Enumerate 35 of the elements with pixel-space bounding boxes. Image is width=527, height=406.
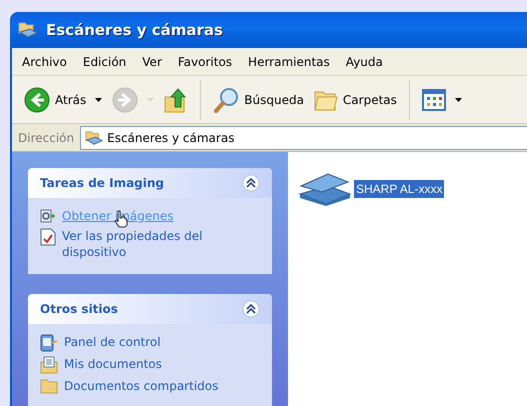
task-link[interactable]: Documentos compartidos xyxy=(64,378,234,394)
scanner-camera-icon xyxy=(40,208,56,224)
folders-button[interactable]: Carpetas xyxy=(312,82,399,118)
scanner-folder-icon xyxy=(85,130,104,146)
menu-item[interactable]: Herramientas xyxy=(248,52,330,70)
scanner-folder-icon xyxy=(18,21,38,39)
panel-title: Otros sitios xyxy=(40,301,118,318)
menu-item[interactable]: Favoritos xyxy=(178,52,232,70)
collapse-chevron-icon[interactable] xyxy=(242,174,260,192)
task-link[interactable]: Mis documentos xyxy=(64,356,234,372)
magnifier-icon xyxy=(213,86,240,112)
search-button[interactable]: Búsqueda xyxy=(211,82,306,118)
scanner-icon xyxy=(298,172,354,206)
task-link[interactable]: Panel de control xyxy=(64,334,234,350)
dropdown-caret-icon xyxy=(454,98,462,102)
documents-folder-icon xyxy=(40,356,58,374)
menu-item[interactable]: Archivo xyxy=(22,52,67,70)
view-grid-icon xyxy=(422,88,446,110)
menu-item[interactable]: Edición xyxy=(82,52,126,70)
task-link[interactable]: Ver las propiedades del dispositivo xyxy=(62,228,232,260)
folder-icon xyxy=(314,88,338,110)
dropdown-caret-icon xyxy=(95,98,102,102)
document-check-icon xyxy=(40,228,56,246)
control-panel-icon xyxy=(40,334,58,352)
folder-up-icon xyxy=(164,86,188,112)
menu-item[interactable]: Ver xyxy=(142,52,162,70)
panel-title: Tareas de Imaging xyxy=(40,175,164,192)
folder-icon xyxy=(40,378,58,394)
window-title: Escáneres y cámaras xyxy=(46,20,223,41)
menu-item[interactable]: Ayuda xyxy=(346,52,383,70)
collapse-chevron-icon[interactable] xyxy=(242,300,260,318)
back-button[interactable]: Atrás xyxy=(22,82,104,118)
device-label[interactable]: SHARP AL-xxxx xyxy=(354,180,444,198)
address-label: Dirección xyxy=(17,130,76,146)
address-field[interactable]: Escáneres y cámaras xyxy=(80,126,527,150)
